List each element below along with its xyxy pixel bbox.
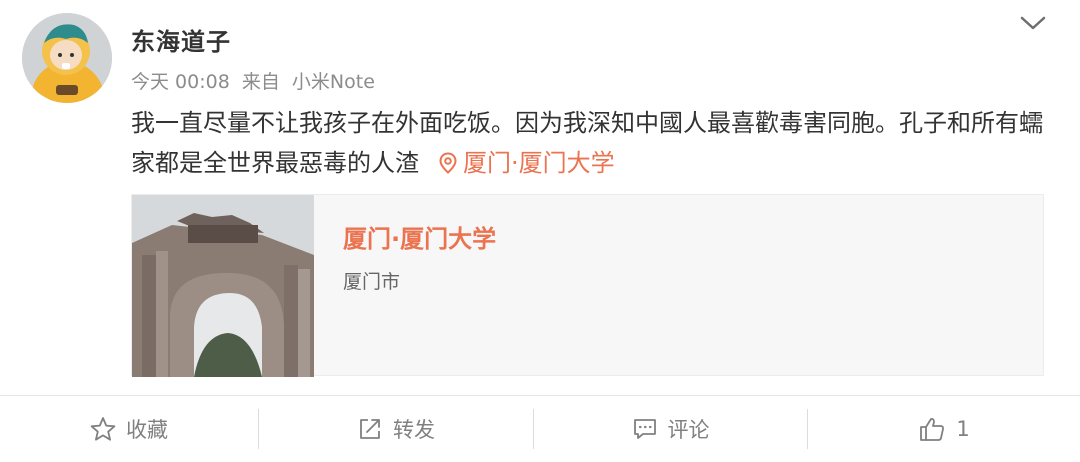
repost-label: 转发 [393,418,435,442]
avatar[interactable] [22,13,112,103]
weibo-post: 东海道子 今天 00:08 来自 小米Note 我一直尽量不让我孩子在外面吃饭。… [0,0,1080,395]
thumbs-up-icon [920,418,945,441]
comment-icon [633,419,656,439]
action-bar: 收藏 转发 评论 1 [0,395,1080,462]
location-link-label: 厦门·厦门大学 [463,149,615,177]
location-link[interactable]: 厦门·厦门大学 [439,149,615,177]
location-card[interactable]: 厦门·厦门大学 厦门市 [131,194,1044,377]
repost-button[interactable]: 转发 [259,396,533,462]
post-time: 今天 00:08 [131,71,230,93]
location-card-subtitle: 厦门市 [343,271,401,293]
location-pin-icon [439,152,457,174]
comment-label: 评论 [667,418,710,442]
favorite-button[interactable]: 收藏 [0,396,258,462]
like-button[interactable]: 1 [808,396,1080,462]
favorite-label: 收藏 [126,418,168,442]
star-icon [90,417,116,441]
post-source[interactable]: 小米Note [292,71,375,93]
location-card-title: 厦门·厦门大学 [343,225,497,253]
post-content: 我一直尽量不让我孩子在外面吃饭。因为我深知中國人最喜歡毒害同胞。孔子和所有蠕家都… [131,103,1051,183]
avatar-image [22,13,112,103]
chevron-down-icon[interactable] [1018,12,1048,34]
username[interactable]: 东海道子 [131,22,231,57]
source-prefix: 来自 [241,71,280,93]
like-count: 1 [956,417,970,441]
comment-button[interactable]: 评论 [534,396,807,462]
location-thumbnail [132,195,314,377]
share-icon [360,419,380,439]
post-meta: 今天 00:08 来自 小米Note [131,67,381,94]
